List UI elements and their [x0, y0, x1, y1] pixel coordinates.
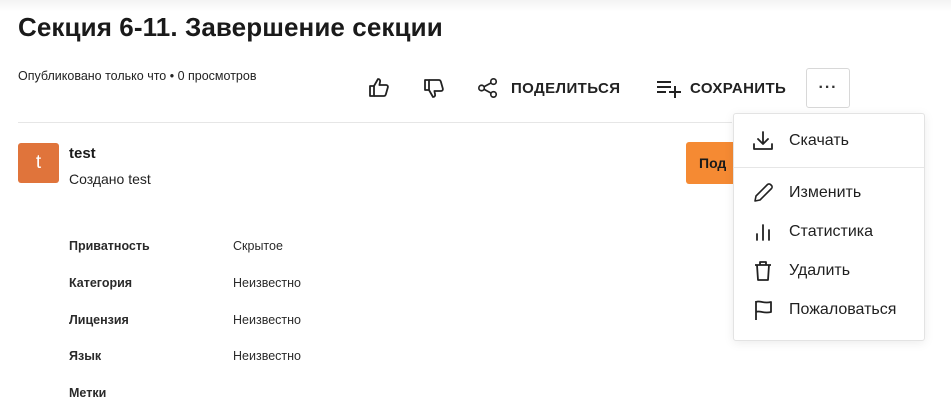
created-by: Создано test [69, 171, 151, 187]
menu-item-statistics[interactable]: Статистика [734, 214, 924, 250]
thumbs-up-icon [367, 76, 391, 100]
menu-item-download[interactable]: Скачать [734, 123, 924, 159]
page-title: Секция 6-11. Завершение секции [18, 12, 443, 42]
detail-value: Неизвестно [233, 349, 301, 364]
menu-item-edit[interactable]: Изменить [734, 175, 924, 211]
menu-item-report[interactable]: Пожаловаться [734, 292, 924, 328]
author-name[interactable]: test [69, 145, 96, 162]
menu-separator [734, 167, 924, 168]
share-button[interactable]: ПОДЕЛИТЬСЯ [477, 70, 620, 106]
detail-label: Категория [69, 275, 133, 290]
menu-item-label: Пожаловаться [789, 301, 897, 318]
stats-icon [750, 219, 776, 245]
download-icon [750, 128, 776, 154]
detail-label: Лицензия [69, 312, 129, 327]
thumbs-down-icon [422, 76, 446, 100]
menu-item-delete[interactable]: Удалить [734, 253, 924, 289]
avatar[interactable]: t [18, 143, 59, 183]
detail-value: Неизвестно [233, 312, 301, 327]
more-options-menu: Скачать Изменить Статистика Удалить Пожа… [733, 113, 925, 341]
menu-item-label: Изменить [789, 184, 862, 201]
menu-item-label: Удалить [789, 262, 851, 279]
trash-icon [750, 258, 776, 284]
flag-icon [750, 297, 776, 323]
detail-label: Метки [69, 386, 107, 401]
pencil-icon [750, 180, 776, 206]
detail-label: Приватность [69, 239, 150, 253]
save-button[interactable]: СОХРАНИТЬ [656, 70, 786, 106]
playlist-add-icon [656, 77, 682, 99]
save-label: СОХРАНИТЬ [690, 79, 787, 97]
divider [18, 122, 732, 123]
top-shade [0, 0, 951, 12]
detail-value: Скрытое [233, 239, 283, 253]
share-icon [477, 77, 499, 99]
publish-meta: Опубликовано только что • 0 просмотров [18, 69, 257, 83]
dislike-button[interactable] [422, 70, 446, 106]
share-label: ПОДЕЛИТЬСЯ [511, 79, 621, 97]
menu-item-label: Скачать [789, 132, 849, 149]
more-options-button[interactable]: ··· [806, 68, 850, 108]
menu-item-label: Статистика [789, 223, 874, 240]
detail-value: Неизвестно [233, 275, 301, 290]
detail-label: Язык [69, 349, 102, 364]
like-button[interactable] [367, 70, 391, 106]
